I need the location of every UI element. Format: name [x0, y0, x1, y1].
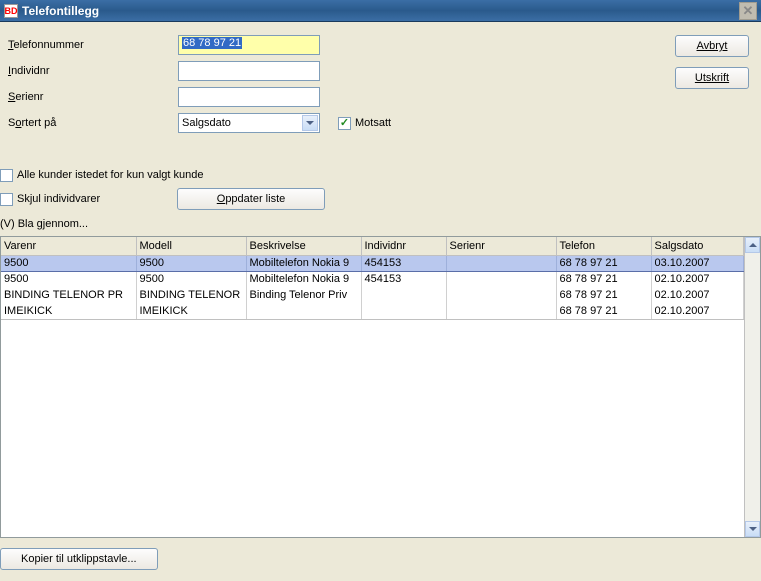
col-salgsdato[interactable]: Salgsdato: [651, 237, 744, 255]
oppdater-button[interactable]: Oppdater liste: [177, 188, 325, 210]
cell-beskrivelse: Binding Telenor Priv: [246, 287, 361, 303]
bla-gjennom-link[interactable]: (V) Bla gjennom...: [0, 218, 761, 230]
cell-beskrivelse: Mobiltelefon Nokia 9: [246, 271, 361, 287]
alle-kunder-checkbox[interactable]: [0, 169, 13, 182]
table-header-row: Varenr Modell Beskrivelse Individnr Seri…: [1, 237, 744, 255]
serienr-label: Serienr: [8, 91, 178, 103]
scroll-down-icon[interactable]: [745, 521, 760, 537]
cell-individnr: [361, 303, 446, 319]
cell-individnr: 454153: [361, 255, 446, 271]
col-telefon[interactable]: Telefon: [556, 237, 651, 255]
cell-varenr: BINDING TELENOR PR: [1, 287, 136, 303]
utskrift-button[interactable]: Utskrift: [675, 67, 749, 89]
sortert-combo[interactable]: Salgsdato: [178, 113, 320, 133]
sortert-value: Salgsdato: [182, 117, 231, 129]
title-bar: BD Telefontillegg ✕: [0, 0, 761, 22]
avbryt-button[interactable]: Avbryt: [675, 35, 749, 57]
skjul-checkbox[interactable]: [0, 193, 13, 206]
table-row[interactable]: IMEIKICKIMEIKICK 68 78 97 2102.10.2007: [1, 303, 744, 319]
cell-serienr: [446, 255, 556, 271]
individnr-input[interactable]: [178, 61, 320, 81]
col-beskrivelse[interactable]: Beskrivelse: [246, 237, 361, 255]
results-table: Varenr Modell Beskrivelse Individnr Seri…: [0, 236, 761, 538]
cell-varenr: 9500: [1, 255, 136, 271]
chevron-down-icon[interactable]: [302, 115, 318, 131]
scroll-up-icon[interactable]: [745, 237, 760, 253]
cell-salgsdato: 02.10.2007: [651, 287, 744, 303]
cell-varenr: 9500: [1, 271, 136, 287]
cell-telefon: 68 78 97 21: [556, 271, 651, 287]
cell-salgsdato: 02.10.2007: [651, 303, 744, 319]
alle-kunder-label: Alle kunder istedet for kun valgt kunde: [17, 169, 204, 181]
cell-beskrivelse: [246, 303, 361, 319]
cell-salgsdato: 02.10.2007: [651, 271, 744, 287]
window-title: Telefontillegg: [22, 4, 99, 18]
cell-telefon: 68 78 97 21: [556, 255, 651, 271]
telefonnummer-label: Telefonnummer: [8, 39, 178, 51]
cell-varenr: IMEIKICK: [1, 303, 136, 319]
col-modell[interactable]: Modell: [136, 237, 246, 255]
cell-modell: 9500: [136, 255, 246, 271]
motsatt-label: Motsatt: [355, 117, 391, 129]
cell-beskrivelse: Mobiltelefon Nokia 9: [246, 255, 361, 271]
skjul-label: Skjul individvarer: [17, 193, 177, 205]
scroll-track[interactable]: [745, 253, 760, 521]
cell-serienr: [446, 271, 556, 287]
telefonnummer-input[interactable]: 68 78 97 21: [178, 35, 320, 55]
kopier-button[interactable]: Kopier til utklippstavle...: [0, 548, 158, 570]
table-row[interactable]: 95009500Mobiltelefon Nokia 945415368 78 …: [1, 271, 744, 287]
cell-individnr: 454153: [361, 271, 446, 287]
table-row[interactable]: BINDING TELENOR PRBINDING TELENORBinding…: [1, 287, 744, 303]
col-serienr[interactable]: Serienr: [446, 237, 556, 255]
app-icon: BD: [4, 4, 18, 18]
sortert-label: Sortert på: [8, 117, 178, 129]
close-icon[interactable]: ✕: [739, 2, 757, 20]
cell-salgsdato: 03.10.2007: [651, 255, 744, 271]
cell-telefon: 68 78 97 21: [556, 287, 651, 303]
cell-serienr: [446, 303, 556, 319]
cell-telefon: 68 78 97 21: [556, 303, 651, 319]
table-row[interactable]: 95009500Mobiltelefon Nokia 945415368 78 …: [1, 255, 744, 271]
serienr-input[interactable]: [178, 87, 320, 107]
motsatt-checkbox[interactable]: [338, 117, 351, 130]
vertical-scrollbar[interactable]: [744, 237, 760, 537]
cell-modell: BINDING TELENOR: [136, 287, 246, 303]
col-individnr[interactable]: Individnr: [361, 237, 446, 255]
cell-modell: 9500: [136, 271, 246, 287]
cell-modell: IMEIKICK: [136, 303, 246, 319]
individnr-label: Individnr: [8, 65, 178, 77]
col-varenr[interactable]: Varenr: [1, 237, 136, 255]
cell-individnr: [361, 287, 446, 303]
cell-serienr: [446, 287, 556, 303]
